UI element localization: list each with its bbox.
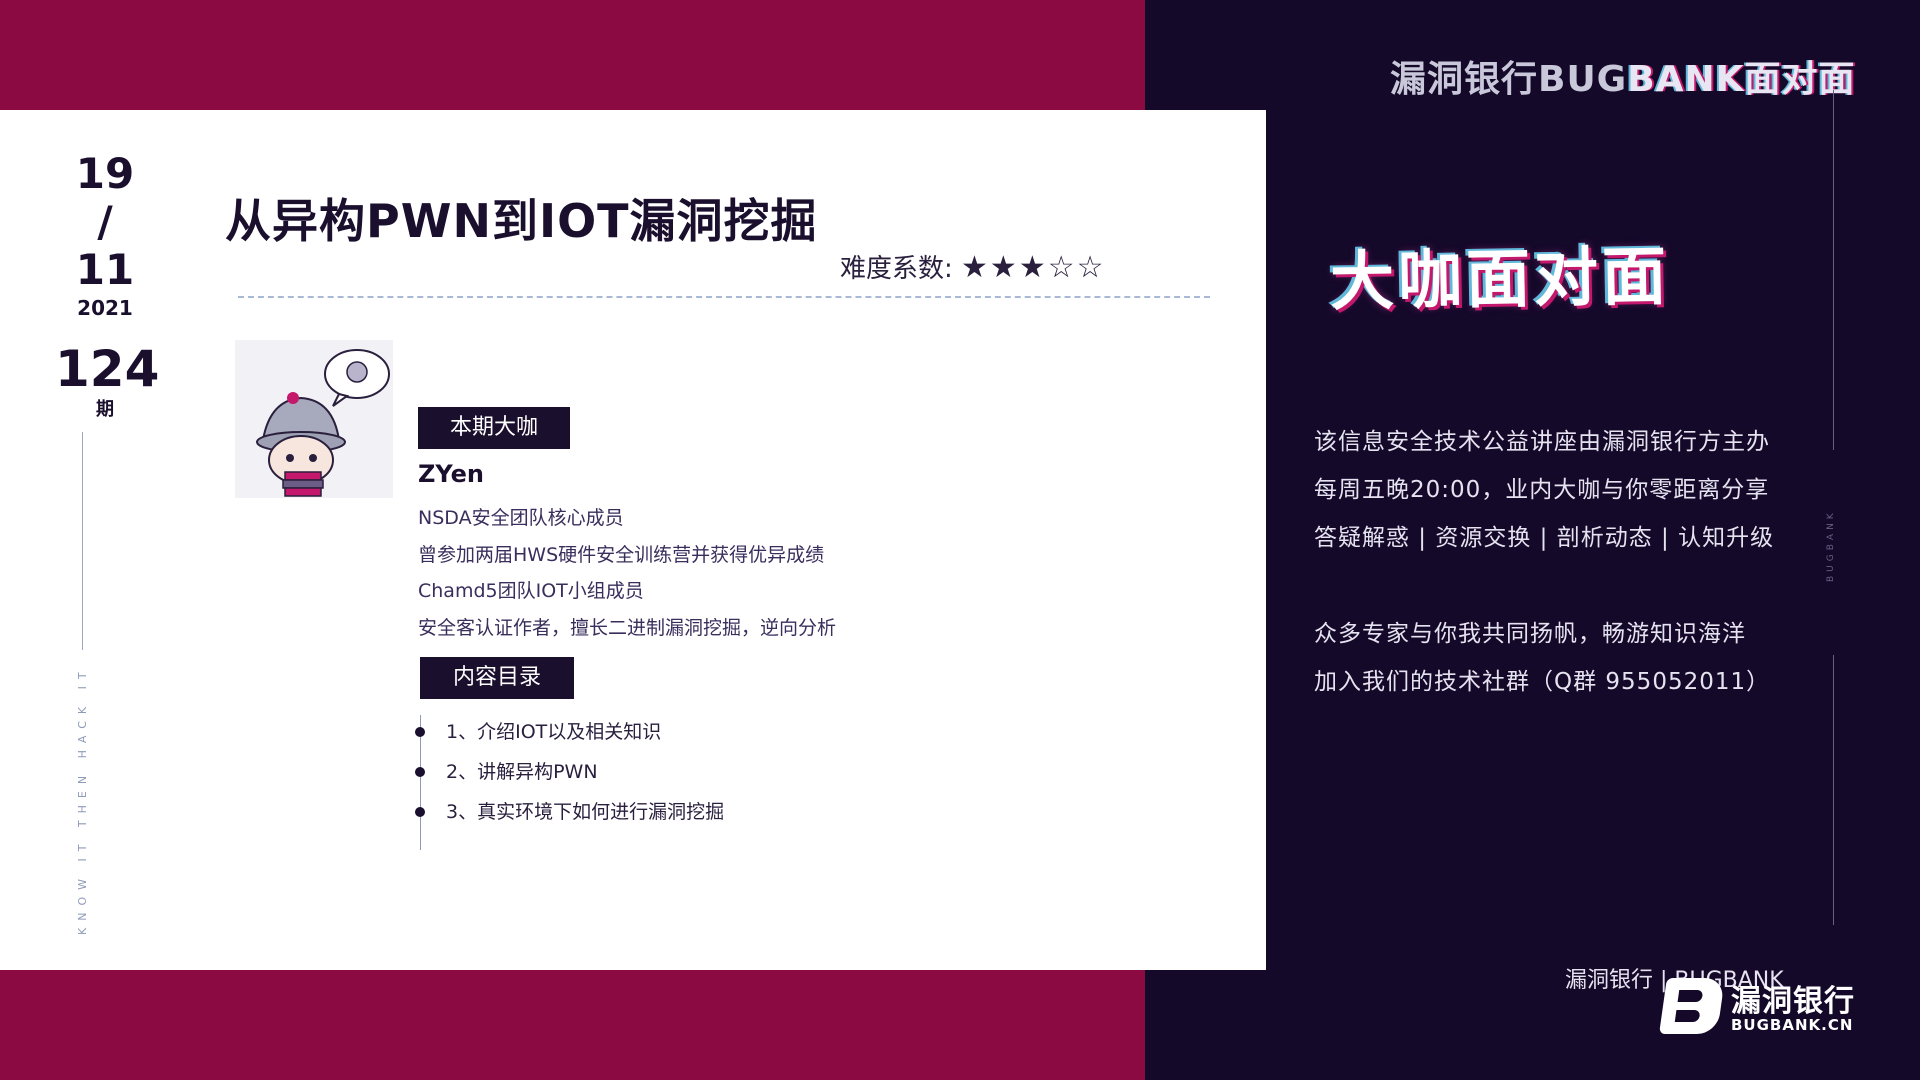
toc-list: 1、介绍IOT以及相关知识 2、讲解异构PWN 3、真实环境下如何进行漏洞挖掘 bbox=[410, 712, 724, 832]
date-year: 2021 bbox=[77, 296, 133, 320]
toc-item: 2、讲解异构PWN bbox=[410, 752, 724, 792]
speaker-bio: NSDA安全团队核心成员 曾参加两届HWS硬件安全训练营并获得优异成绩 Cham… bbox=[418, 500, 836, 646]
date-block: 19 / 11 2021 124 期 bbox=[55, 149, 160, 422]
bio-line: NSDA安全团队核心成员 bbox=[418, 507, 624, 529]
footer-logo-en: BUGBANK.CN bbox=[1731, 1016, 1854, 1034]
star-rating-icon: ★★★☆☆ bbox=[961, 250, 1106, 285]
issue-unit: 期 bbox=[96, 399, 114, 420]
vertical-brand-text: BUGBANK bbox=[1826, 509, 1836, 582]
issue-number: 124 bbox=[55, 340, 160, 398]
bullet-dot-icon bbox=[415, 727, 425, 737]
toc-item: 1、介绍IOT以及相关知识 bbox=[410, 712, 724, 752]
brand-header-main: 漏洞银行BUG bbox=[1390, 59, 1628, 100]
speaker-avatar bbox=[235, 340, 393, 498]
bugbank-b-logo-icon bbox=[1659, 978, 1725, 1034]
top-crimson-band bbox=[0, 0, 1145, 110]
toc-item-label: 3、真实环境下如何进行漏洞挖掘 bbox=[446, 801, 725, 823]
bullet-dot-icon bbox=[415, 767, 425, 777]
date-slash: / bbox=[97, 197, 113, 246]
guest-section-tag: 本期大咖 bbox=[418, 407, 570, 449]
toc-item-label: 2、讲解异构PWN bbox=[446, 761, 598, 783]
description-line: 加入我们的技术社群（Q群 955052011） bbox=[1314, 669, 1771, 695]
bottom-crimson-band bbox=[0, 970, 1145, 1080]
bullet-dot-icon bbox=[415, 807, 425, 817]
footer-logo-cn: 漏洞银行 bbox=[1731, 984, 1855, 1019]
description-line: 众多专家与你我共同扬帆，畅游知识海洋 bbox=[1314, 621, 1746, 647]
brand-header-glitch: BANK面对面 bbox=[1627, 59, 1856, 100]
speaker-name: ZYen bbox=[418, 460, 484, 488]
toc-item-label: 1、介绍IOT以及相关知识 bbox=[446, 721, 662, 743]
difficulty-rating: 难度系数: ★★★☆☆ bbox=[840, 248, 1106, 285]
brand-header: 漏洞银行BUGBANK面对面 bbox=[1390, 50, 1856, 102]
date-day: 19 bbox=[75, 149, 135, 198]
page-title: 从异构PWN到IOT漏洞挖掘 bbox=[225, 194, 818, 248]
event-logo: 大咖面对面 bbox=[1329, 240, 1671, 320]
description-line: 答疑解惑 | 资源交换 | 剖析动态 | 认知升级 bbox=[1314, 525, 1775, 551]
bugbank-logo: 漏洞银行 BUGBANK.CN bbox=[1659, 978, 1858, 1038]
toc-item: 3、真实环境下如何进行漏洞挖掘 bbox=[410, 792, 724, 832]
title-divider bbox=[238, 296, 1210, 298]
avatar-illustration-icon bbox=[256, 349, 390, 497]
vertical-slogan: KNOW IT THEN HACK IT bbox=[76, 665, 89, 935]
left-divider-line bbox=[82, 432, 83, 650]
event-description: 该信息安全技术公益讲座由漏洞银行方主办 每周五晚20:00，业内大咖与你零距离分… bbox=[1314, 418, 1774, 706]
right-divider-top bbox=[1833, 90, 1834, 450]
bio-line: Chamd5团队IOT小组成员 bbox=[418, 580, 644, 602]
description-line: 每周五晚20:00，业内大咖与你零距离分享 bbox=[1314, 477, 1770, 503]
bio-line: 曾参加两届HWS硬件安全训练营并获得优异成绩 bbox=[418, 543, 825, 566]
difficulty-label: 难度系数: bbox=[840, 254, 953, 284]
description-line: 该信息安全技术公益讲座由漏洞银行方主办 bbox=[1314, 429, 1770, 455]
right-divider-bottom bbox=[1833, 655, 1834, 925]
toc-section-tag: 内容目录 bbox=[420, 657, 574, 699]
date-month: 11 bbox=[75, 245, 135, 294]
bio-line: 安全客认证作者，擅长二进制漏洞挖掘，逆向分析 bbox=[418, 616, 837, 639]
